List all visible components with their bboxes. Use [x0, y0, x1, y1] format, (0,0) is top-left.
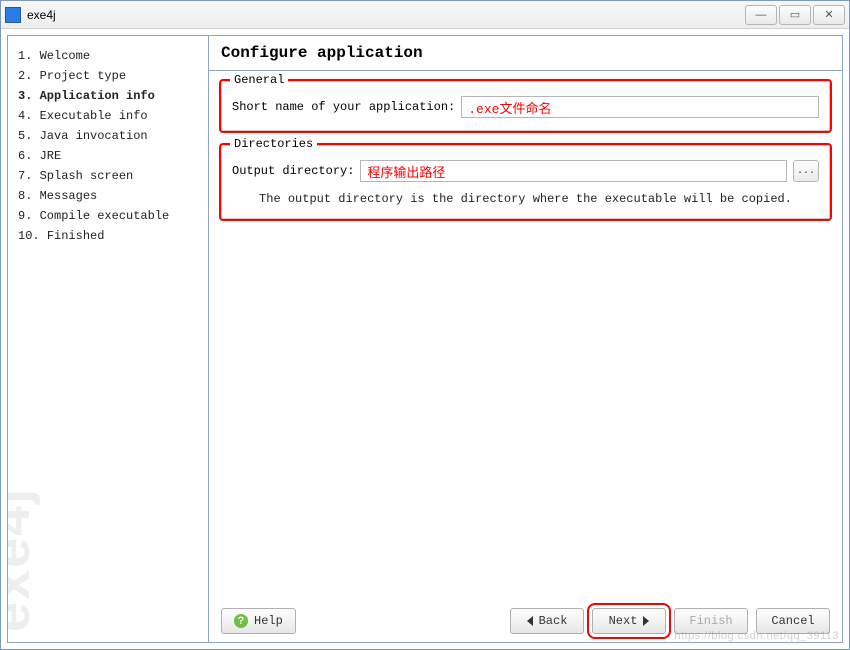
step-label: Executable info	[40, 109, 148, 123]
body: 1. Welcome2. Project type3. Application …	[1, 29, 849, 649]
step-item[interactable]: 6. JRE	[18, 146, 204, 166]
step-number: 9.	[18, 209, 40, 223]
step-item[interactable]: 7. Splash screen	[18, 166, 204, 186]
csdn-watermark: https://blog.csdn.net/qq_39113	[674, 630, 839, 642]
cancel-label: Cancel	[771, 614, 814, 628]
step-number: 5.	[18, 129, 40, 143]
step-label: Messages	[40, 189, 98, 203]
step-item[interactable]: 10. Finished	[18, 226, 204, 246]
general-legend: General	[230, 73, 288, 87]
help-button[interactable]: ? Help	[221, 608, 296, 634]
step-label: Compile executable	[40, 209, 170, 223]
close-button[interactable]: ✕	[813, 5, 845, 25]
directories-group: Directories Output directory: ... The ou…	[221, 145, 830, 219]
back-button[interactable]: Back	[510, 608, 584, 634]
window-title: exe4j	[27, 8, 745, 22]
step-number: 10.	[18, 229, 47, 243]
general-group: General Short name of your application:	[221, 81, 830, 131]
step-number: 7.	[18, 169, 40, 183]
short-name-input[interactable]	[461, 96, 819, 118]
step-item[interactable]: 8. Messages	[18, 186, 204, 206]
step-label: Application info	[40, 89, 155, 103]
step-number: 1.	[18, 49, 40, 63]
wizard-frame: 1. Welcome2. Project type3. Application …	[7, 35, 843, 643]
maximize-button[interactable]: ▭	[779, 5, 811, 25]
output-dir-hint: The output directory is the directory wh…	[232, 192, 819, 206]
step-number: 3.	[18, 89, 40, 103]
step-label: Splash screen	[40, 169, 134, 183]
page-heading: Configure application	[209, 36, 842, 71]
step-number: 2.	[18, 69, 40, 83]
finish-label: Finish	[689, 614, 732, 628]
step-label: Project type	[40, 69, 126, 83]
next-button[interactable]: Next	[592, 608, 666, 634]
window-controls: — ▭ ✕	[745, 5, 845, 25]
step-item[interactable]: 2. Project type	[18, 66, 204, 86]
step-item[interactable]: 3. Application info	[18, 86, 204, 106]
step-list: 1. Welcome2. Project type3. Application …	[18, 46, 204, 246]
step-item[interactable]: 9. Compile executable	[18, 206, 204, 226]
step-item[interactable]: 5. Java invocation	[18, 126, 204, 146]
step-label: Welcome	[40, 49, 90, 63]
help-icon: ?	[234, 614, 248, 628]
output-dir-row: Output directory: ...	[232, 160, 819, 182]
sidebar: 1. Welcome2. Project type3. Application …	[8, 36, 208, 642]
minimize-button[interactable]: —	[745, 5, 777, 25]
back-label: Back	[539, 614, 568, 628]
triangle-left-icon	[527, 616, 533, 626]
step-item[interactable]: 1. Welcome	[18, 46, 204, 66]
step-number: 6.	[18, 149, 40, 163]
step-label: JRE	[40, 149, 62, 163]
main-content: General Short name of your application: …	[209, 71, 842, 600]
directories-legend: Directories	[230, 137, 317, 151]
main-window: exe4j — ▭ ✕ 1. Welcome2. Project type3. …	[0, 0, 850, 650]
short-name-row: Short name of your application:	[232, 96, 819, 118]
sidebar-watermark: exe4j	[8, 487, 42, 632]
step-item[interactable]: 4. Executable info	[18, 106, 204, 126]
ellipsis-icon: ...	[797, 166, 815, 177]
short-name-label: Short name of your application:	[232, 100, 455, 114]
app-icon	[5, 7, 21, 23]
help-label: Help	[254, 614, 283, 628]
main-panel: Configure application General Short name…	[208, 36, 842, 642]
step-number: 8.	[18, 189, 40, 203]
output-dir-input[interactable]	[360, 160, 787, 182]
browse-button[interactable]: ...	[793, 160, 819, 182]
triangle-right-icon	[643, 616, 649, 626]
step-label: Java invocation	[40, 129, 148, 143]
titlebar: exe4j — ▭ ✕	[1, 1, 849, 29]
output-dir-label: Output directory:	[232, 164, 354, 178]
step-label: Finished	[47, 229, 105, 243]
step-number: 4.	[18, 109, 40, 123]
next-label: Next	[609, 614, 638, 628]
